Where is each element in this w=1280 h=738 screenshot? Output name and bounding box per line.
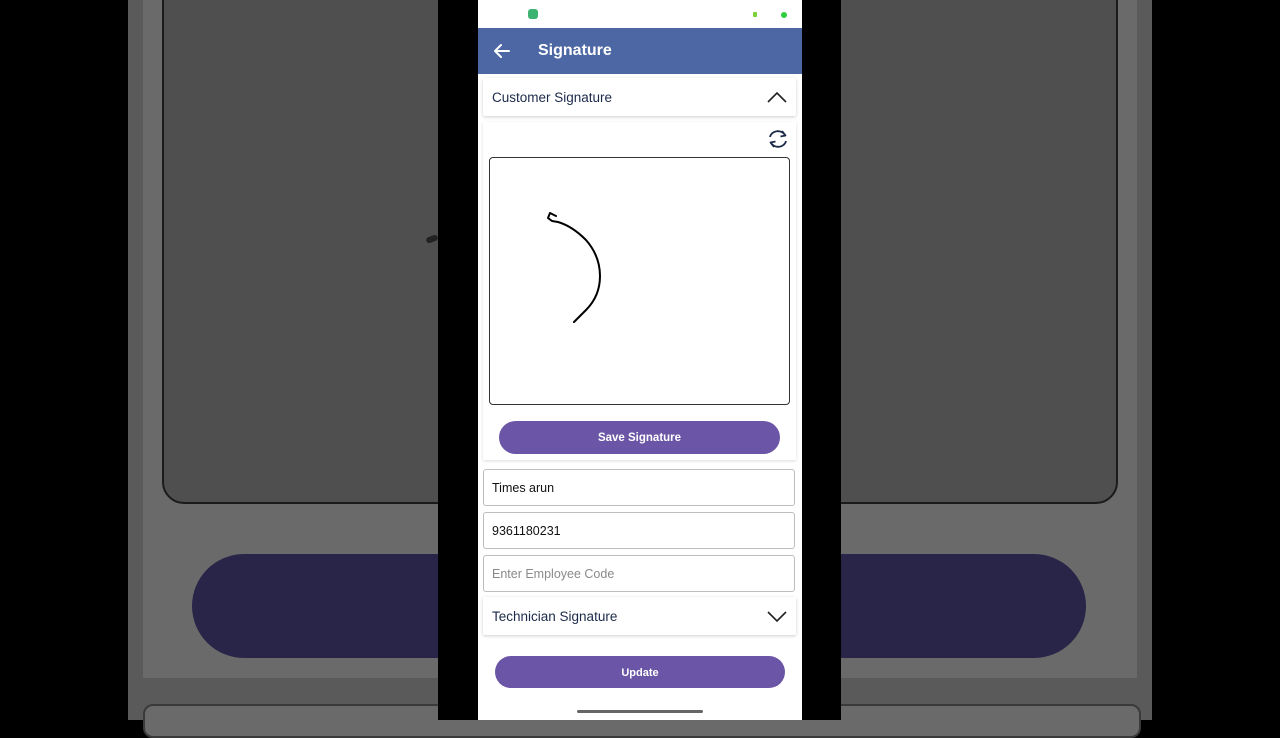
save-signature-button[interactable]: Save Signature bbox=[499, 421, 780, 454]
phone-screen: Signature Customer Signature Save Signat… bbox=[478, 0, 802, 720]
battery-indicator-icon bbox=[753, 12, 757, 17]
update-button[interactable]: Update bbox=[495, 656, 785, 688]
name-field[interactable] bbox=[483, 469, 795, 506]
privacy-dot-icon bbox=[781, 12, 787, 18]
chevron-up-icon[interactable] bbox=[766, 90, 788, 104]
name-input[interactable] bbox=[484, 470, 794, 505]
phone-input[interactable] bbox=[484, 513, 794, 548]
customer-signature-header[interactable]: Customer Signature bbox=[483, 78, 796, 116]
right-letterbox bbox=[802, 0, 841, 720]
employee-code-input[interactable] bbox=[484, 556, 794, 591]
left-letterbox bbox=[438, 0, 478, 720]
app-bar: Signature bbox=[478, 28, 802, 74]
chevron-down-icon[interactable] bbox=[766, 609, 788, 623]
signature-stroke bbox=[547, 212, 601, 323]
customer-signature-label: Customer Signature bbox=[492, 90, 613, 105]
phone-notification-icon bbox=[528, 9, 538, 19]
employee-code-field[interactable] bbox=[483, 555, 795, 592]
refresh-icon[interactable] bbox=[766, 128, 790, 150]
signature-canvas[interactable] bbox=[489, 157, 790, 405]
page-title: Signature bbox=[538, 42, 612, 59]
technician-signature-header[interactable]: Technician Signature bbox=[483, 597, 796, 635]
home-indicator[interactable] bbox=[577, 710, 703, 713]
back-arrow-icon[interactable] bbox=[492, 41, 512, 61]
phone-field[interactable] bbox=[483, 512, 795, 549]
technician-signature-label: Technician Signature bbox=[492, 609, 618, 624]
status-bar bbox=[478, 0, 802, 28]
